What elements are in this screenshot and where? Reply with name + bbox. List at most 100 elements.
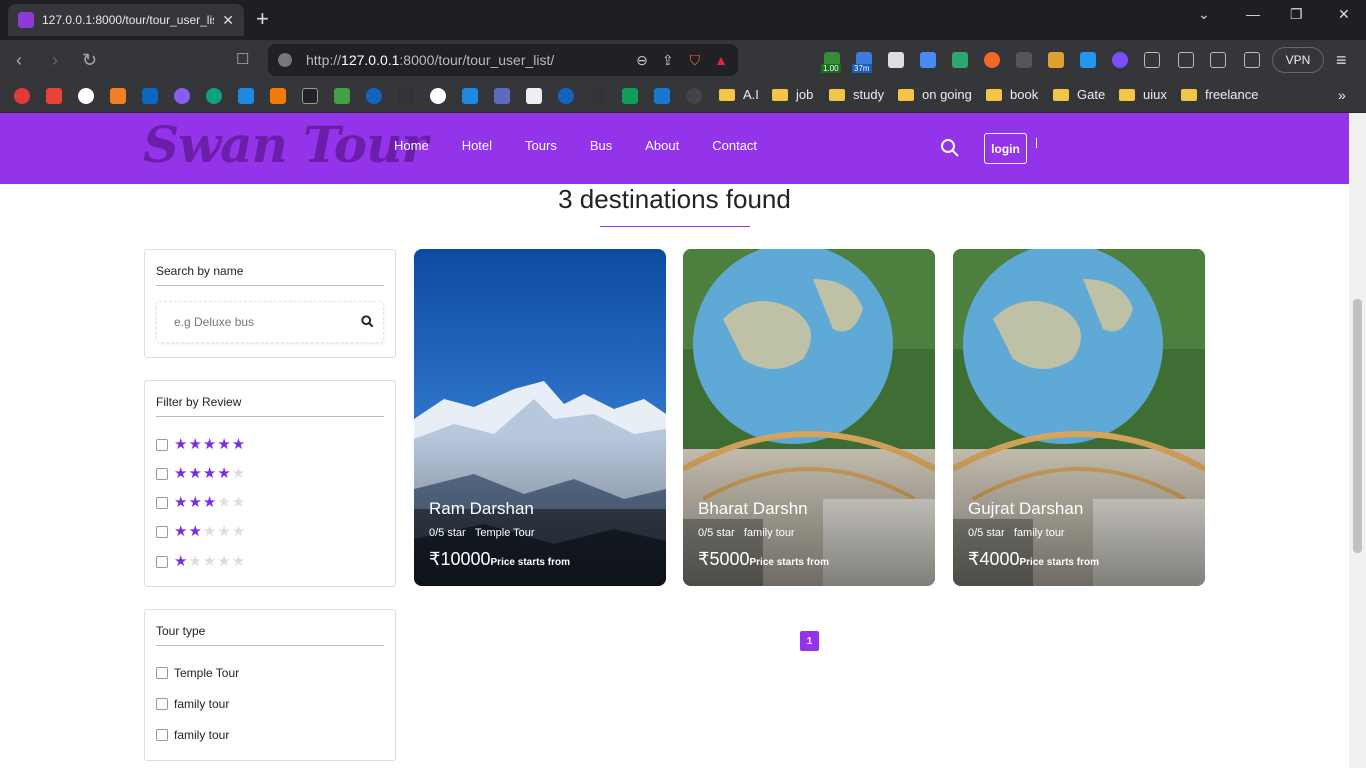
scrollbar-thumb[interactable] <box>1353 299 1362 553</box>
extension-icon[interactable] <box>1112 52 1128 68</box>
bookmark-folder[interactable]: job <box>772 87 813 102</box>
extension-icon[interactable] <box>888 52 904 68</box>
extension-icon[interactable] <box>952 52 968 68</box>
extensions-puzzle-icon[interactable] <box>1144 52 1160 68</box>
bookmark-site-icon[interactable] <box>334 88 350 104</box>
review-4-checkbox[interactable] <box>156 468 168 480</box>
folder-icon <box>1053 88 1069 101</box>
review-1-checkbox[interactable] <box>156 556 168 568</box>
folder-icon <box>1181 88 1197 101</box>
bookmark-folder[interactable]: uiux <box>1119 87 1167 102</box>
minimize-icon[interactable]: — <box>1246 6 1260 22</box>
bookmark-site-icon[interactable] <box>494 88 510 104</box>
close-window-icon[interactable]: ✕ <box>1338 6 1350 23</box>
review-3-checkbox[interactable] <box>156 497 168 509</box>
bookmark-folder[interactable]: Gate <box>1053 87 1105 102</box>
media-icon[interactable] <box>1178 52 1194 68</box>
tab-search-icon[interactable]: ⌄ <box>1198 6 1210 23</box>
site-info-icon[interactable] <box>278 53 292 67</box>
bookmark-site-icon[interactable] <box>462 88 478 104</box>
login-button[interactable]: login <box>984 133 1027 164</box>
browser-tab-active[interactable]: 127.0.0.1:8000/tour/tour_user_list/ ✕ <box>8 4 244 36</box>
destination-card[interactable]: Ram Darshan 0/5 star Temple Tour ₹10000P… <box>414 249 666 586</box>
review-5-checkbox[interactable] <box>156 439 168 451</box>
divider <box>156 285 384 286</box>
folder-icon <box>898 88 914 101</box>
card-title: Gujrat Darshan <box>968 499 1084 518</box>
pagination-page-1[interactable]: 1 <box>800 631 819 651</box>
bookmark-site-icon[interactable] <box>302 88 318 104</box>
bookmark-icon[interactable]: ☐ <box>236 50 249 68</box>
bookmark-site-icon[interactable] <box>654 88 670 104</box>
new-tab-icon[interactable]: + <box>256 8 269 30</box>
folder-label: uiux <box>1143 87 1167 102</box>
wallet-icon[interactable] <box>1244 52 1260 68</box>
reload-icon[interactable]: ↻ <box>82 50 97 71</box>
destination-card[interactable]: Gujrat Darshan 0/5 star family tour ₹400… <box>953 249 1205 586</box>
extension-icon[interactable] <box>1048 52 1064 68</box>
tour-type-checkbox[interactable] <box>156 698 168 710</box>
bookmark-folder[interactable]: freelance <box>1181 87 1258 102</box>
bookmark-site-icon[interactable] <box>238 88 254 104</box>
brave-shield-icon[interactable]: ⛉ <box>690 52 701 69</box>
google-drive-icon[interactable] <box>622 88 638 104</box>
nav-bus[interactable]: Bus <box>590 138 612 153</box>
back-icon[interactable]: ‹ <box>16 50 22 71</box>
site-logo[interactable]: Swan Tour <box>143 115 428 174</box>
search-icon[interactable] <box>940 138 960 158</box>
vpn-button[interactable]: VPN <box>1272 47 1324 73</box>
menu-icon[interactable]: ≡ <box>1336 50 1347 71</box>
extension-icon[interactable] <box>1080 52 1096 68</box>
bookmark-site-icon[interactable] <box>590 88 606 104</box>
zoom-icon[interactable]: ⊖ <box>636 52 648 69</box>
linkedin-icon[interactable] <box>142 88 158 104</box>
rating-4-stars: ★★★★★ <box>174 465 247 482</box>
bookmark-site-icon[interactable] <box>686 88 702 104</box>
close-tab-icon[interactable]: ✕ <box>222 12 234 29</box>
chatgpt-icon[interactable] <box>206 88 222 104</box>
bookmark-site-icon[interactable] <box>398 88 414 104</box>
forward-icon[interactable]: › <box>52 50 58 71</box>
brave-rewards-icon[interactable]: ▲ <box>714 52 728 68</box>
maximize-icon[interactable]: ❐ <box>1290 6 1303 23</box>
nav-hotel[interactable]: Hotel <box>462 138 492 153</box>
search-panel-title: Search by name <box>156 264 244 278</box>
search-input[interactable] <box>157 302 347 342</box>
review-2-checkbox[interactable] <box>156 526 168 538</box>
translate-icon[interactable] <box>920 52 936 68</box>
gmail-icon[interactable] <box>46 88 62 104</box>
github-icon[interactable] <box>78 88 94 104</box>
tour-type-checkbox[interactable] <box>156 667 168 679</box>
bookmark-site-icon[interactable] <box>174 88 190 104</box>
tour-type-checkbox[interactable] <box>156 729 168 741</box>
info-icon[interactable] <box>430 88 446 104</box>
bookmark-site-icon[interactable] <box>526 88 542 104</box>
bookmark-folder[interactable]: on going <box>898 87 972 102</box>
more-bookmarks-icon[interactable]: » <box>1338 87 1346 103</box>
tour-type-label: Temple Tour <box>174 666 240 680</box>
heading-underline <box>600 226 750 227</box>
bookmark-folder[interactable]: A.I <box>719 87 759 102</box>
share-icon[interactable]: ⇪ <box>662 52 674 69</box>
nav-tours[interactable]: Tours <box>525 138 557 153</box>
bookmark-site-icon[interactable] <box>270 88 286 104</box>
page-scrollbar[interactable] <box>1349 113 1366 768</box>
vpn-label: VPN <box>1285 53 1311 67</box>
bookmark-folder[interactable]: book <box>986 87 1038 102</box>
address-bar[interactable]: http://127.0.0.1:8000/tour/tour_user_lis… <box>268 44 738 76</box>
bookmark-folder[interactable]: study <box>829 87 884 102</box>
bookmark-site-icon[interactable] <box>14 88 30 104</box>
destination-card[interactable]: Bharat Darshn 0/5 star family tour ₹5000… <box>683 249 935 586</box>
nav-home[interactable]: Home <box>394 138 429 153</box>
bookmark-site-icon[interactable] <box>366 88 382 104</box>
stackoverflow-icon[interactable] <box>110 88 126 104</box>
sidebar-icon[interactable] <box>1210 52 1226 68</box>
search-submit-icon[interactable] <box>361 315 374 328</box>
bookmark-site-icon[interactable] <box>558 88 574 104</box>
extension-icon[interactable] <box>984 52 1000 68</box>
rating-1-stars: ★★★★★ <box>174 553 247 570</box>
nav-contact[interactable]: Contact <box>712 138 757 153</box>
nav-about[interactable]: About <box>645 138 679 153</box>
extension-icon[interactable] <box>1016 52 1032 68</box>
rating-5-stars: ★★★★★ <box>174 436 247 453</box>
